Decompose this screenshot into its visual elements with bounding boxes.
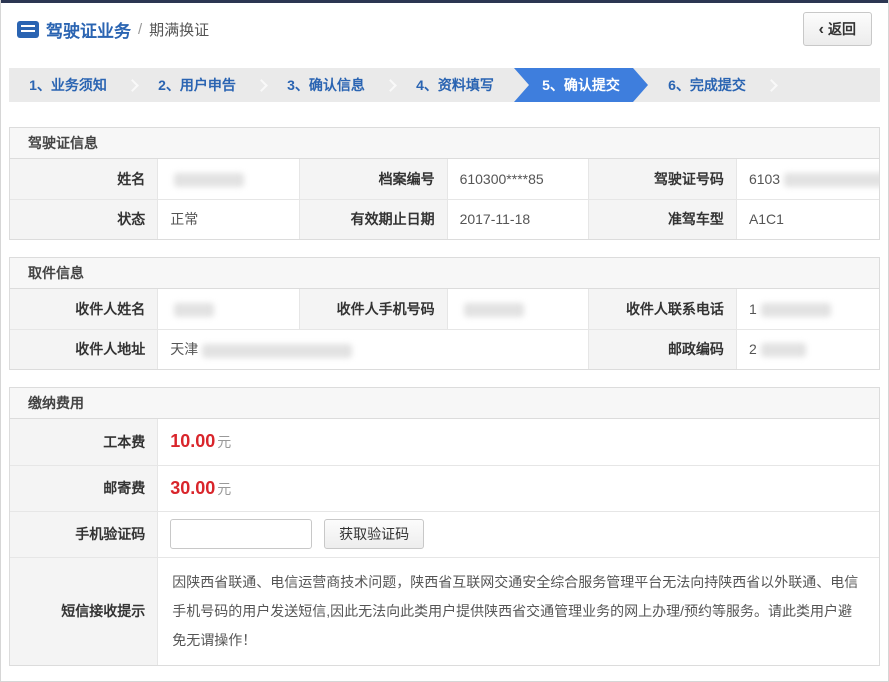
page: 驾驶证业务 / 期满换证 返回 1、业务须知 2、用户申告 3、确认信息 4、资… [0,0,889,682]
field-value-postal-code: 2 [736,329,879,369]
steps-filler [777,68,880,102]
step-label: 2、用户申告 [158,75,236,95]
back-button-label: 返回 [828,19,856,39]
field-value-production-fee: 10.00元 [158,419,879,465]
list-icon [17,21,39,38]
fee-amount: 30.00 [170,478,215,498]
step-label: 4、资料填写 [416,75,494,95]
page-header: 驾驶证业务 / 期满换证 返回 [1,3,888,55]
field-label-recipient-mobile: 收件人手机号码 [299,289,447,329]
field-value-name [158,159,300,199]
field-label-recipient-name: 收件人姓名 [10,289,158,329]
step-separator-icon [255,79,268,92]
step-separator-icon [765,79,778,92]
table-row: 状态 正常 有效期止日期 2017-11-18 准驾车型 A1C1 [10,199,879,239]
step-5-confirm-submit-active[interactable]: 5、确认提交 [514,68,648,102]
step-separator-icon [384,79,397,92]
field-label-postal-code: 邮政编码 [589,329,737,369]
field-label-status: 状态 [10,199,158,239]
field-value-file-number: 610300****85 [447,159,589,199]
step-3-confirm-info[interactable]: 3、确认信息 [267,68,385,102]
fee-unit: 元 [217,434,231,450]
chevron-left-icon [819,21,824,38]
field-value-postage-fee: 30.00元 [158,465,879,511]
field-sms-code: 获取验证码 [158,511,879,557]
table-row: 手机验证码 获取验证码 [10,511,879,557]
field-label-recipient-address: 收件人地址 [10,329,158,369]
section-license-info: 驾驶证信息 姓名 档案编号 610300****85 驾驶证号码 6103 状态… [9,127,880,240]
table-row: 工本费 10.00元 [10,419,879,465]
redacted-value [174,303,214,317]
sms-code-input[interactable] [170,519,312,549]
redacted-value [174,173,244,187]
field-value-license-number: 6103 [736,159,879,199]
field-value-expiry-date: 2017-11-18 [447,199,589,239]
field-label-name: 姓名 [10,159,158,199]
redacted-value [761,343,806,357]
field-label-recipient-phone: 收件人联系电话 [589,289,737,329]
section-pickup-info: 取件信息 收件人姓名 收件人手机号码 收件人联系电话 1 收件人地址 天津 [9,257,880,370]
main-content: 驾驶证信息 姓名 档案编号 610300****85 驾驶证号码 6103 状态… [1,102,888,666]
get-sms-code-button[interactable]: 获取验证码 [324,519,424,549]
step-label: 1、业务须知 [29,75,107,95]
field-value-recipient-mobile [447,289,589,329]
field-label-sms-code: 手机验证码 [10,511,158,557]
breadcrumb: 驾驶证业务 / 期满换证 [17,17,209,42]
section-title: 缴纳费用 [10,388,879,419]
field-value-status: 正常 [158,199,300,239]
step-2-declaration[interactable]: 2、用户申告 [138,68,256,102]
field-label-sms-notice: 短信接收提示 [10,557,158,665]
field-value-recipient-address: 天津 [158,329,589,369]
field-label-postage-fee: 邮寄费 [10,465,158,511]
step-4-fill-data[interactable]: 4、资料填写 [396,68,514,102]
fee-unit: 元 [217,481,231,497]
table-row: 邮寄费 30.00元 [10,465,879,511]
field-label-file-number: 档案编号 [299,159,447,199]
section-title: 取件信息 [10,258,879,289]
sms-notice-text: 因陕西省联通、电信运营商技术问题，陕西省互联网交通安全综合服务管理平台无法向持陕… [158,557,879,665]
field-value-recipient-name [158,289,300,329]
step-label: 5、确认提交 [542,75,620,95]
section-title: 驾驶证信息 [10,128,879,159]
table-row: 短信接收提示 因陕西省联通、电信运营商技术问题，陕西省互联网交通安全综合服务管理… [10,557,879,665]
redacted-value [784,173,879,187]
field-label-production-fee: 工本费 [10,419,158,465]
page-subtitle: 期满换证 [149,19,209,40]
table-row: 收件人地址 天津 邮政编码 2 [10,329,879,369]
fees-table: 工本费 10.00元 邮寄费 30.00元 手机验证码 获取验证码 [10,419,879,665]
step-label: 6、完成提交 [668,75,746,95]
redacted-value [464,303,524,317]
field-value-vehicle-class: A1C1 [736,199,879,239]
fee-amount: 10.00 [170,431,215,451]
table-row: 收件人姓名 收件人手机号码 收件人联系电话 1 [10,289,879,329]
step-6-complete[interactable]: 6、完成提交 [648,68,766,102]
step-progress-bar: 1、业务须知 2、用户申告 3、确认信息 4、资料填写 5、确认提交 6、完成提… [9,68,880,102]
field-label-license-number: 驾驶证号码 [589,159,737,199]
step-1-notice[interactable]: 1、业务须知 [9,68,127,102]
field-label-expiry-date: 有效期止日期 [299,199,447,239]
table-row: 姓名 档案编号 610300****85 驾驶证号码 6103 [10,159,879,199]
pickup-info-table: 收件人姓名 收件人手机号码 收件人联系电话 1 收件人地址 天津 邮政编码 2 [10,289,879,369]
redacted-value [761,303,831,317]
redacted-value [202,344,352,358]
breadcrumb-separator: / [138,21,142,38]
field-label-vehicle-class: 准驾车型 [589,199,737,239]
step-separator-icon [126,79,139,92]
page-title: 驾驶证业务 [46,17,131,42]
field-value-recipient-phone: 1 [736,289,879,329]
back-button[interactable]: 返回 [803,12,872,46]
section-fees: 缴纳费用 工本费 10.00元 邮寄费 30.00元 手机验证码 [9,387,880,666]
step-label: 3、确认信息 [287,75,365,95]
license-info-table: 姓名 档案编号 610300****85 驾驶证号码 6103 状态 正常 有效… [10,159,879,239]
